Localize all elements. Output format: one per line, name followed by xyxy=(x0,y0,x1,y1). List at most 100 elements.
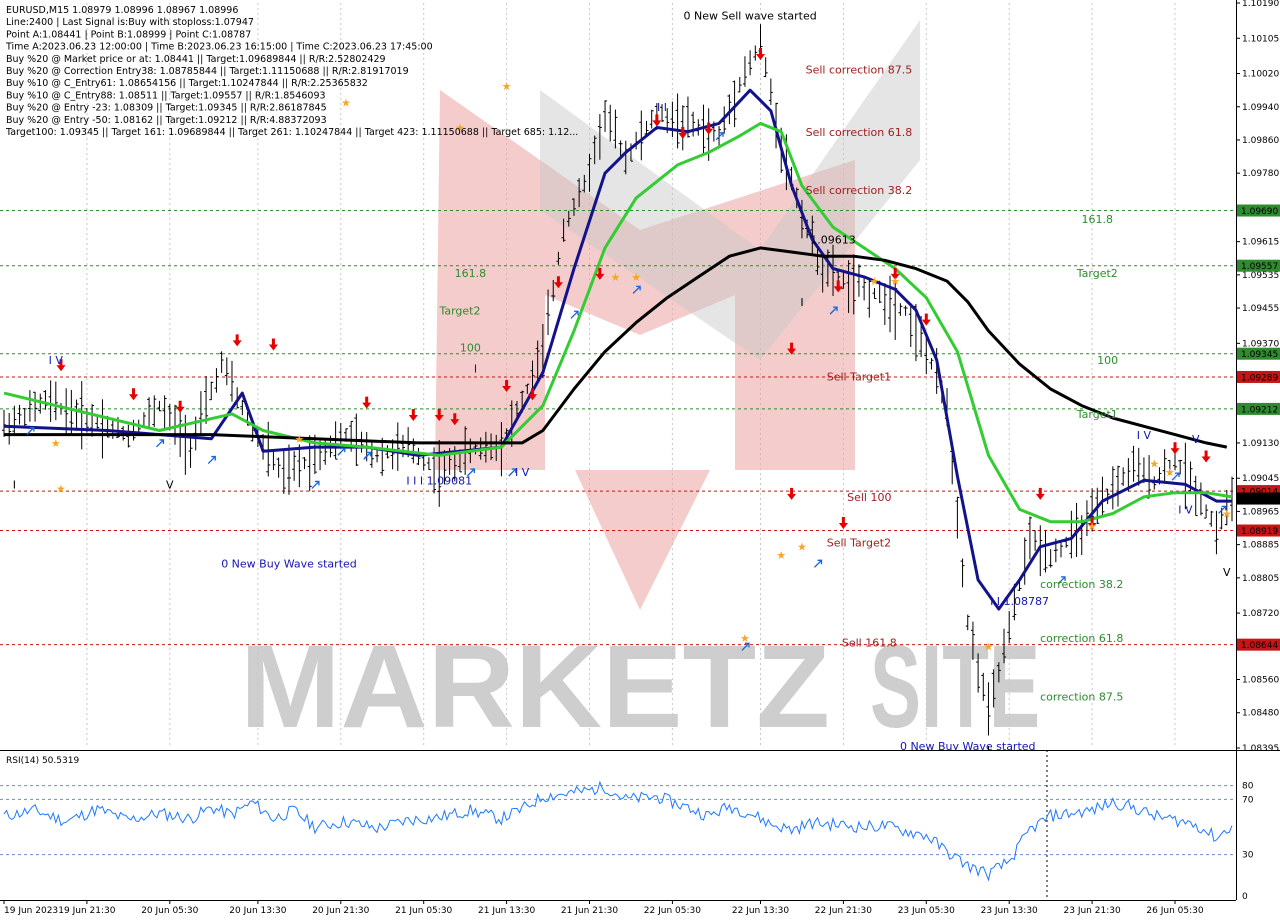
star-icon: ★ xyxy=(502,80,512,93)
star-icon: ★ xyxy=(610,271,620,284)
price-tick-label: 1.10190 xyxy=(1242,0,1279,9)
annotation-label: I xyxy=(474,362,477,375)
price-tick-label: 1.09130 xyxy=(1242,439,1279,449)
star-icon: ★ xyxy=(740,632,750,645)
time-tick-label: 21 Jun 05:30 xyxy=(395,906,452,916)
annotation-label: Sell Target2 xyxy=(827,537,891,550)
star-icon: ★ xyxy=(797,541,807,554)
time-axis[interactable]: 19 Jun 2023 19 Jun 21:30 20 Jun 05:30 20 Ju… xyxy=(0,900,1280,920)
annotation-label: correction 61.8 xyxy=(1040,632,1123,645)
star-icon: ★ xyxy=(1165,466,1175,479)
time-tick-label: 23 Jun 13:30 xyxy=(981,906,1038,916)
annotation-label: I I xyxy=(657,101,667,114)
price-tick-label: 1.09045 xyxy=(1242,474,1279,484)
time-tick-label: 22 Jun 05:30 xyxy=(644,906,701,916)
star-icon: ★ xyxy=(870,275,880,288)
annotation-label: I V xyxy=(515,466,530,479)
price-tick-label: 1.09940 xyxy=(1242,103,1279,113)
star-icon: ★ xyxy=(56,483,66,496)
annotation-label: I V xyxy=(1137,429,1152,442)
star-icon: ★ xyxy=(776,549,786,562)
star-icon: ★ xyxy=(631,271,641,284)
price-tick-label: 1.09455 xyxy=(1242,304,1279,314)
annotation-label: 0 New Sell wave started xyxy=(684,10,817,23)
annotation-label: 0 New Buy Wave started xyxy=(221,557,357,570)
price-tick-label: 1.09780 xyxy=(1242,169,1279,179)
level-price-label: 1.09345 xyxy=(1241,350,1278,360)
star-icon: ★ xyxy=(51,437,61,450)
info-line: Time A:2023.06.23 12:00:00 | Time B:2023… xyxy=(5,42,433,53)
time-tick-label: 19 Jun 2023 xyxy=(4,906,58,916)
annotation-label: I I 1.08787 xyxy=(990,595,1049,608)
price-tick-label: 1.08480 xyxy=(1242,709,1279,719)
rsi-tick-label: 30 xyxy=(1242,851,1254,861)
annotation-label: Sell Target1 xyxy=(827,371,891,384)
level-price-label: 1.08919 xyxy=(1241,527,1278,537)
annotation-label: correction 87.5 xyxy=(1040,690,1123,703)
level-price-label: 1.09289 xyxy=(1241,373,1278,383)
info-line: Buy %20 @ Market price or at: 1.08441 ||… xyxy=(6,54,386,65)
star-icon: ★ xyxy=(1222,508,1232,521)
info-line: EURUSD,M15 1.08979 1.08996 1.08967 1.089… xyxy=(6,5,238,16)
level-price-label: 1.09557 xyxy=(1241,262,1278,272)
annotation-label: V xyxy=(1223,566,1231,579)
annotation-label: Sell correction 61.8 xyxy=(806,126,913,139)
annotation-label: 1.09613 xyxy=(810,234,856,247)
annotation-label: I xyxy=(800,296,803,309)
rsi-label: RSI(14) 50.5319 xyxy=(6,756,79,766)
star-icon: ★ xyxy=(984,640,994,653)
info-line: Buy %20 @ Entry -23: 1.08309 || Target:1… xyxy=(6,103,327,114)
annotation-label: I I I 1.09081 xyxy=(406,474,472,487)
info-line: Line:2400 | Last Signal is:Buy with stop… xyxy=(6,17,254,28)
info-line: Point A:1.08441 | Point B:1.08999 | Poin… xyxy=(6,29,251,40)
price-tick-label: 1.09860 xyxy=(1242,136,1279,146)
annotation-label: correction 38.2 xyxy=(1040,578,1123,591)
annotation-label: Sell correction 87.5 xyxy=(806,64,913,77)
main-price-chart[interactable]: MARKETZ SITE ★★★★★★★★★★★★★ ★ ★ ★★★ 0 New Se… xyxy=(0,0,1280,750)
star-icon: ★ xyxy=(1087,520,1097,533)
annotation-label: Sell correction 38.2 xyxy=(806,184,913,197)
time-tick-label: 19 Jun 21:30 xyxy=(58,906,115,916)
price-tick-label: 1.08885 xyxy=(1242,541,1279,551)
rsi-tick-label: 80 xyxy=(1242,782,1254,792)
time-tick-label: 20 Jun 13:30 xyxy=(229,906,286,916)
time-tick-label: 20 Jun 21:30 xyxy=(312,906,369,916)
info-line: Buy %20 @ Correction Entry38: 1.08785844… xyxy=(6,66,409,77)
annotation-label: I V xyxy=(49,354,64,367)
annotation-label: I V xyxy=(1178,504,1193,517)
info-line: Buy %10 @ C_Entry88: 1.08511 || Target:1… xyxy=(6,90,326,101)
star-icon: ★ xyxy=(341,97,351,110)
time-tick-label: 22 Jun 13:30 xyxy=(732,906,789,916)
level-price-label: 1.09212 xyxy=(1241,405,1278,415)
level-price-label: 1.08996 xyxy=(1241,495,1278,505)
price-tick-label: 1.09615 xyxy=(1242,238,1279,248)
time-tick-label: 21 Jun 13:30 xyxy=(478,906,535,916)
price-tick-label: 1.08965 xyxy=(1242,507,1279,517)
info-line: Buy %20 @ Entry -50: 1.08162 || Target:1… xyxy=(6,115,327,126)
annotation-label: V xyxy=(1192,433,1200,446)
star-icon: ★ xyxy=(294,433,304,446)
info-line: Target100: 1.09345 || Target 161: 1.0968… xyxy=(5,127,578,138)
price-tick-label: 1.10020 xyxy=(1242,70,1279,80)
annotation-label: Target2 xyxy=(1076,267,1118,280)
time-tick-label: 21 Jun 21:30 xyxy=(561,906,618,916)
time-tick-label: 22 Jun 21:30 xyxy=(815,906,872,916)
annotation-label: 100 xyxy=(460,342,481,355)
rsi-panel[interactable]: RSI(14) 50.5319 80 70 30 0 xyxy=(0,750,1280,900)
level-price-label: 1.09690 xyxy=(1241,207,1278,217)
price-tick-label: 1.10105 xyxy=(1242,34,1279,44)
rsi-tick-label: 70 xyxy=(1242,795,1254,805)
info-line: Buy %10 @ C_Entry61: 1.08654156 || Targe… xyxy=(6,78,368,89)
annotation-label: Sell 161.8 xyxy=(842,636,897,649)
annotation-label: I xyxy=(13,479,16,492)
annotation-label: Target1 xyxy=(1076,408,1118,421)
price-tick-label: 1.08560 xyxy=(1242,676,1279,686)
time-tick-label: 20 Jun 05:30 xyxy=(141,906,198,916)
time-tick-label: 23 Jun 21:30 xyxy=(1064,906,1121,916)
price-tick-label: 1.09535 xyxy=(1242,271,1279,281)
rsi-tick-label: 0 xyxy=(1242,892,1248,900)
level-price-label: 1.08644 xyxy=(1241,641,1278,651)
annotation-label: Sell 100 xyxy=(847,491,891,504)
annotation-label: Target2 xyxy=(438,304,480,317)
annotation-label: 0 New Buy Wave started xyxy=(900,740,1036,750)
